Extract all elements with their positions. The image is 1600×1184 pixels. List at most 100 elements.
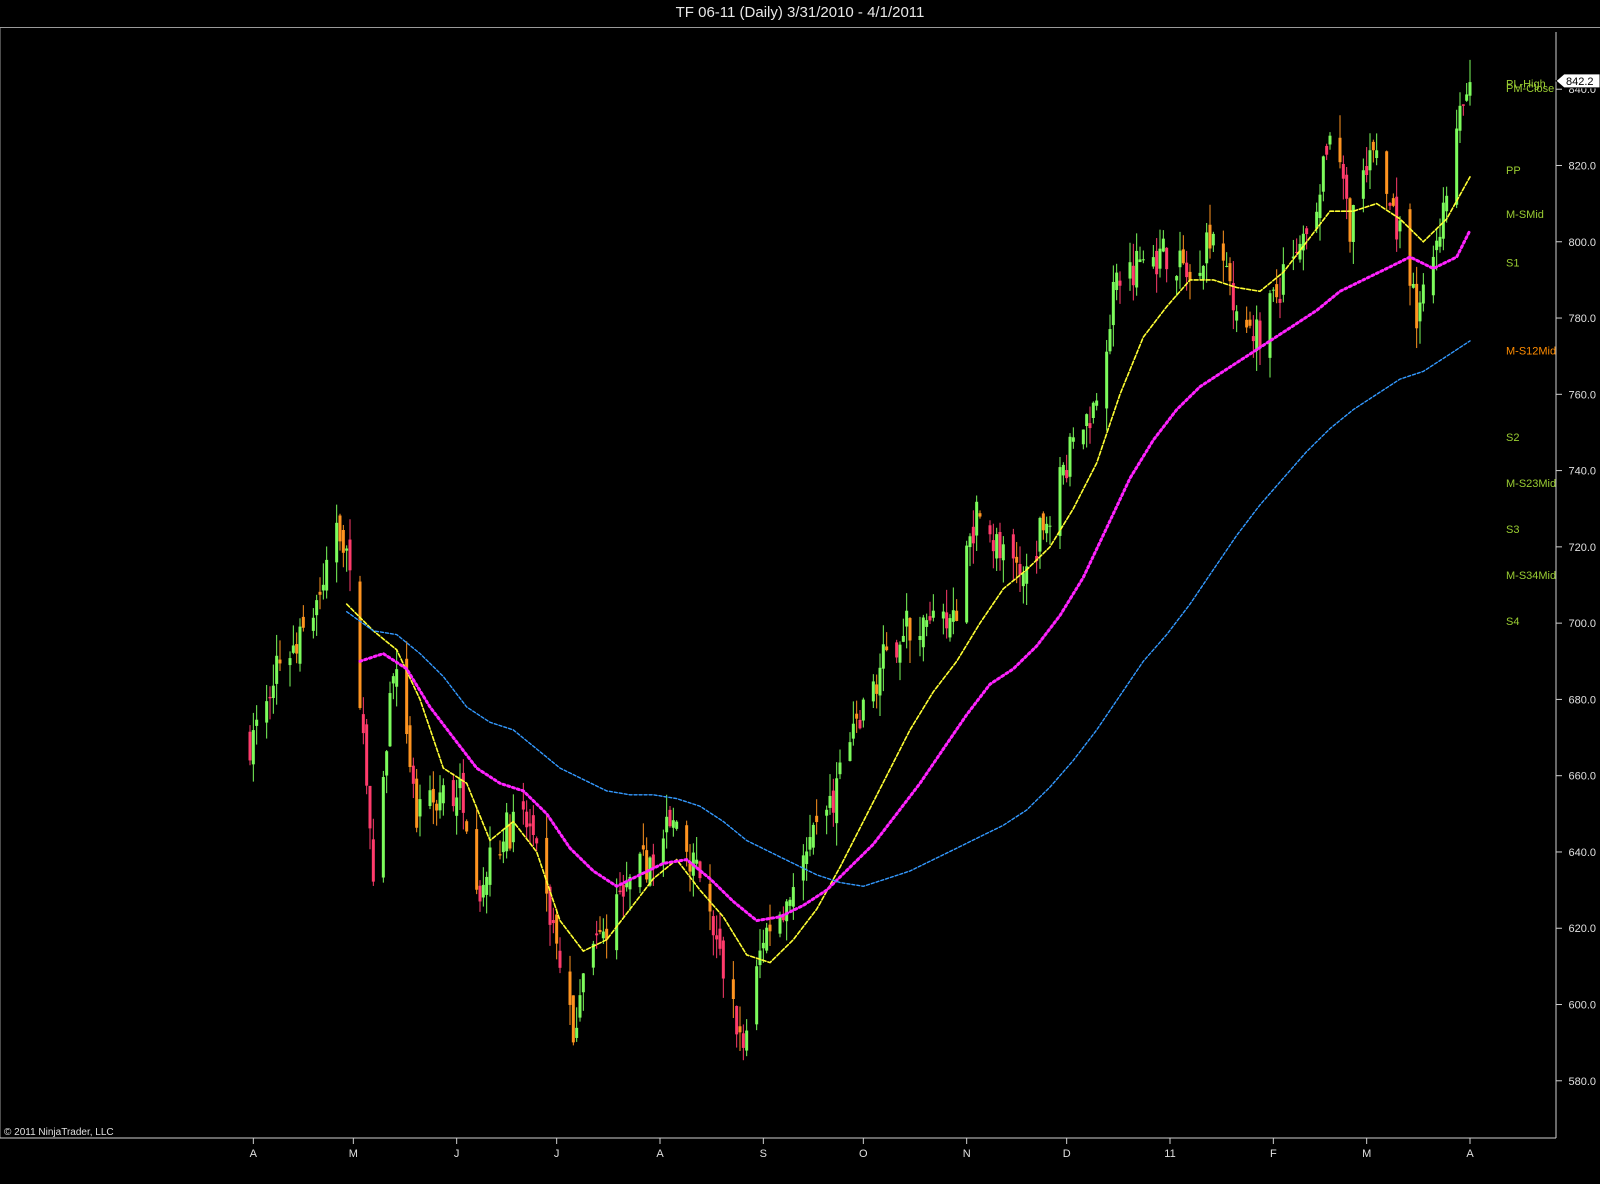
copyright-text: © 2011 NinjaTrader, LLC [4,1127,114,1138]
candle-body [1221,243,1225,261]
candle-body [618,890,622,893]
candle-body [988,525,992,535]
candle-body [931,610,935,618]
candle-body [791,887,795,907]
candle-body [1248,319,1252,326]
candle-body [1321,156,1325,192]
candle-body [918,636,922,640]
candle-body [1465,94,1469,101]
candle-body [335,522,339,563]
candle-body [671,820,675,828]
candle-body [945,612,949,629]
candle-body [881,644,885,669]
candle-body [278,659,282,664]
candle-body [1228,263,1232,282]
candle-body [1438,236,1442,247]
candle-body [311,617,315,631]
candle-body [761,942,765,949]
candle-body [1198,272,1202,276]
y-tick-label: 780.0 [1568,313,1596,325]
candle-body [1431,256,1435,296]
candle-body [871,681,875,702]
candle-body [1338,137,1342,163]
candle-body [1305,228,1309,235]
candle-body [831,790,835,813]
y-tick-label: 580.0 [1568,1076,1596,1088]
candle-body [481,884,485,898]
candle-body [455,797,459,816]
candle-body [1061,464,1065,476]
candle-body [1071,437,1075,442]
candle-body [815,815,819,823]
candle-body [508,823,512,849]
candle-body [758,950,762,966]
candle-body [1095,400,1099,406]
y-axis: 580.0 600.0 620.0 640.0 660.0 680.0 700.0 720.0… [1556,84,1596,1088]
candle-body [1048,525,1052,527]
candle-body [558,950,562,968]
candle-body [551,920,555,924]
candle-body [825,809,829,816]
candle-body [441,785,445,804]
x-tick-label: 11 [1164,1148,1175,1160]
candle-body [1081,429,1085,445]
pivot-label: M-S12Mid [1506,345,1556,357]
candle-body [708,883,712,912]
candle-body [555,914,559,944]
candle-body [505,812,509,852]
candle-body [571,995,575,1043]
candle-body [595,933,599,936]
candle-body [465,821,469,832]
candle-body [1348,198,1352,242]
candle-body [601,931,605,939]
candle-body [1041,513,1045,531]
candle-body [675,821,679,829]
candle-body [1011,534,1015,559]
candle-body [1185,262,1189,278]
moving-average-layer [345,176,1472,964]
candle-body [275,655,279,684]
candle-body [345,548,349,551]
candle-body [1105,351,1109,409]
candle-body [1271,289,1275,291]
candle-body [1281,264,1285,295]
x-tick-label: A [250,1148,258,1160]
candle-body [1388,203,1392,206]
candle-body [1115,272,1119,291]
candle-body [1398,220,1402,232]
candle-body [1208,224,1212,249]
candle-body [741,1033,745,1048]
y-tick-label: 720.0 [1568,542,1596,554]
candle-body [1211,233,1215,246]
candle-body [265,701,269,723]
candle-body [711,916,715,936]
candle-body [1188,271,1192,280]
candle-body [431,788,435,803]
candle-body [941,611,945,619]
x-tick-label: D [1063,1148,1071,1160]
candle-body [1408,209,1412,286]
candle-body [1091,402,1095,418]
candle-body [461,772,465,813]
candle-body [1368,150,1372,171]
candle-body [598,929,602,932]
candle-body [805,851,809,865]
candle-body [1201,265,1205,280]
candle-body [1065,470,1069,479]
candle-body [855,713,859,719]
candle-body [1255,319,1259,351]
last-price-marker: 842.2 [1555,73,1600,89]
candle-body [271,685,275,699]
candle-body [295,644,299,654]
candle-body [1058,467,1062,536]
candle-body [898,644,902,663]
candle-body [755,966,759,1025]
candle-body [1245,319,1249,328]
candle-body [248,731,252,761]
candle-body [251,730,255,765]
price-chart[interactable]: 580.0 600.0 620.0 640.0 660.0 680.0 700.0 720.0… [0,0,1600,1184]
candle-body [1455,128,1459,205]
candle-body [371,839,375,882]
x-tick-label: S [760,1148,767,1160]
candle-body [1345,174,1349,199]
